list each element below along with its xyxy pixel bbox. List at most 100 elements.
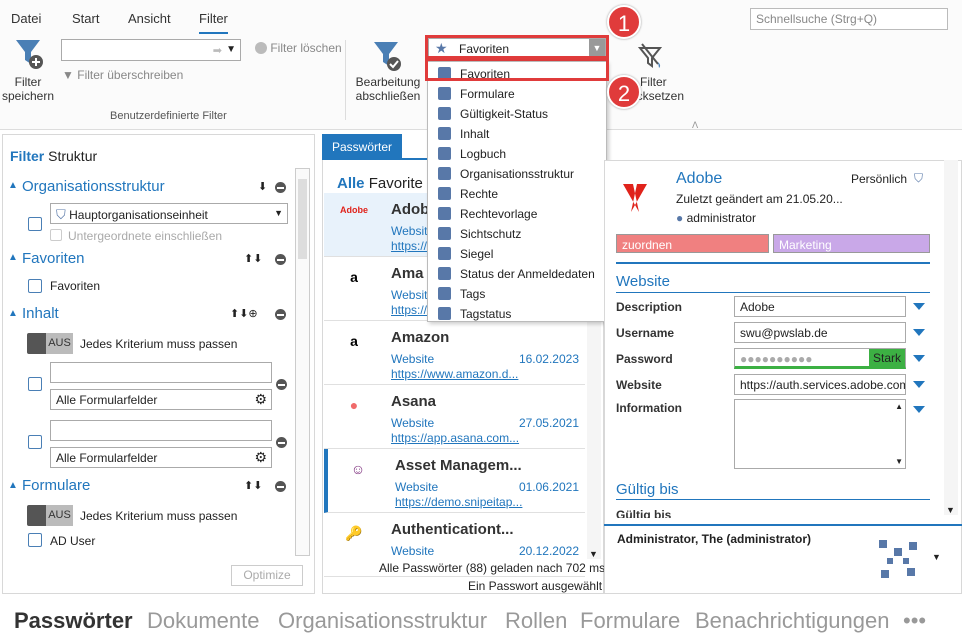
dropdown-item-12[interactable]: Tagstatus <box>436 304 606 324</box>
remove-icon[interactable] <box>275 182 286 193</box>
scroll-up-icon[interactable]: ▲ <box>895 402 903 411</box>
custom-filter-combo[interactable]: ➡ ▼ <box>61 39 241 61</box>
content-checkbox-1[interactable] <box>28 377 42 391</box>
remove-icon[interactable] <box>275 309 286 320</box>
bottomnav-item-0[interactable]: Passwörter <box>14 608 133 634</box>
content-checkbox-2[interactable] <box>28 435 42 449</box>
expand-icon[interactable] <box>913 406 925 413</box>
move-add-icons[interactable]: ⬆⬇⊕ <box>230 307 258 320</box>
list-item[interactable]: a Amazon Website 16.02.2023 https://www.amaz… <box>324 321 585 385</box>
dropdown-item-7[interactable]: Rechtevorlage <box>436 204 606 224</box>
filter-scrollbar[interactable] <box>295 168 310 556</box>
step-badge-2: 2 <box>607 75 641 109</box>
clear-filter-button[interactable]: Filter löschen <box>255 41 342 55</box>
dropdown-item-4[interactable]: Logbuch <box>436 144 606 164</box>
information-field[interactable]: ▲ ▼ <box>734 399 906 469</box>
filter-scrollbar-thumb[interactable] <box>298 179 307 259</box>
ribbon-collapse-icon[interactable]: ᐱ <box>692 120 700 130</box>
dropdown-item-11[interactable]: Tags <box>436 284 606 304</box>
move-up-down-icon[interactable]: ⬆⬇ <box>244 479 262 492</box>
bottomnav-item-4[interactable]: Formulare <box>580 608 680 634</box>
collapse-icon[interactable]: ▲ <box>8 308 18 319</box>
forms-toggle[interactable]: AUS <box>27 505 73 526</box>
tag-marketing[interactable]: Marketing <box>773 234 930 253</box>
content-text-2[interactable] <box>50 420 272 441</box>
list-item[interactable]: ☺ Asset Managem... Website 01.06.2021 https:… <box>324 449 585 513</box>
dropdown-item-2[interactable]: Gültigkeit-Status <box>436 104 606 124</box>
remove-icon[interactable] <box>276 379 287 390</box>
tab-filter[interactable]: Filter <box>10 148 44 164</box>
tag-assign[interactable]: zuordnen <box>616 234 769 253</box>
list-item-url[interactable]: https:// <box>391 303 427 317</box>
reset-filter-line1[interactable]: Filter <box>640 75 667 89</box>
move-down-icon[interactable]: ⬇ <box>258 180 267 193</box>
tab-passwords[interactable]: Passwörter <box>322 134 402 158</box>
expand-icon[interactable] <box>913 381 925 388</box>
overwrite-filter-button[interactable]: ▼ Filter überschreiben <box>62 68 183 82</box>
content-fields-1[interactable]: Alle Formularfelder ⚙ <box>50 389 272 410</box>
bottomnav-item-5[interactable]: Benachrichtigungen <box>695 608 889 634</box>
menu-file[interactable]: Datei <box>11 11 41 26</box>
menu-start[interactable]: Start <box>72 11 99 26</box>
bottomnav-item-1[interactable]: Dokumente <box>147 608 260 634</box>
scroll-down-icon[interactable]: ▼ <box>895 457 903 466</box>
expand-icon[interactable] <box>913 355 925 362</box>
list-item-logo: ● <box>349 397 359 413</box>
collapse-icon[interactable]: ▲ <box>8 252 18 263</box>
menu-filter[interactable]: Filter <box>199 11 228 34</box>
list-header-all[interactable]: Alle <box>337 175 365 192</box>
org-select[interactable]: ⛉ Hauptorganisationseinheit ▼ <box>50 203 288 224</box>
ad-user-checkbox[interactable] <box>28 533 42 547</box>
tab-structure[interactable]: Struktur <box>48 148 97 164</box>
expand-icon[interactable] <box>913 303 925 310</box>
dropdown-item-8[interactable]: Sichtschutz <box>436 224 606 244</box>
finish-edit-button[interactable]: Bearbeitung abschließen <box>352 75 424 103</box>
quick-search-input[interactable]: Schnellsuche (Strg+Q) <box>750 8 948 30</box>
content-fields-2[interactable]: Alle Formularfelder ⚙ <box>50 447 272 468</box>
remove-icon[interactable] <box>275 254 286 265</box>
dropdown-item-9[interactable]: Siegel <box>436 244 606 264</box>
dropdown-item-6[interactable]: Rechte <box>436 184 606 204</box>
collapse-icon[interactable]: ▲ <box>8 180 18 191</box>
fav-checkbox[interactable] <box>28 279 42 293</box>
dropdown-item-1[interactable]: Formulare <box>436 84 606 104</box>
bottomnav-item-2[interactable]: Organisationsstruktur <box>278 608 487 634</box>
remove-icon[interactable] <box>275 481 286 492</box>
dropdown-item-3[interactable]: Inhalt <box>436 124 606 144</box>
remove-icon[interactable] <box>276 437 287 448</box>
reset-filter-icon <box>636 40 666 72</box>
list-item[interactable]: ● Asana Website 27.05.2021 https://app.asana… <box>324 385 585 449</box>
chevron-down-icon[interactable]: ▼ <box>589 549 598 559</box>
detail-scrollbar[interactable]: ▼ <box>944 160 958 515</box>
optimize-button[interactable]: Optimize <box>231 565 303 586</box>
forms-criteria-label: Jedes Kriterium muss passen <box>80 509 238 523</box>
website-field[interactable]: https://auth.services.adobe.com <box>734 374 906 395</box>
dropdown-item-10[interactable]: Status der Anmeldedaten <box>436 264 606 284</box>
expand-icon[interactable] <box>913 329 925 336</box>
gear-icon[interactable]: ⚙ <box>254 391 267 408</box>
bottomnav-item-3[interactable]: Rollen <box>505 608 567 634</box>
subunits-checkbox[interactable] <box>50 229 62 241</box>
chevron-down-icon[interactable]: ▼ <box>946 505 955 515</box>
gear-icon[interactable]: ⚙ <box>254 449 267 466</box>
org-checkbox[interactable] <box>28 217 42 231</box>
list-item-url[interactable]: https://app.asana.com... <box>391 431 519 445</box>
chevron-down-icon[interactable]: ▼ <box>932 552 941 562</box>
move-up-down-icon[interactable]: ⬆⬇ <box>244 252 262 265</box>
desc-field[interactable]: Adobe <box>734 296 906 317</box>
dropdown-item-5[interactable]: Organisationsstruktur <box>436 164 606 184</box>
username-label: Username <box>616 326 675 340</box>
avatar[interactable] <box>875 536 921 582</box>
bottomnav-item-6[interactable]: ••• <box>903 608 926 634</box>
list-item-url[interactable]: https://www.amazon.d... <box>391 367 518 381</box>
content-text-1[interactable] <box>50 362 272 383</box>
save-filter-button[interactable]: Filter speichern <box>0 75 56 103</box>
list-header-fav[interactable]: Favorite <box>369 175 423 192</box>
collapse-icon[interactable]: ▲ <box>8 480 18 491</box>
menu-view[interactable]: Ansicht <box>128 11 171 26</box>
content-toggle[interactable]: AUS <box>27 333 73 354</box>
username-field[interactable]: swu@pwslab.de <box>734 322 906 343</box>
list-item-url[interactable]: https:// <box>391 239 427 253</box>
list-item-url[interactable]: https://demo.snipeitap... <box>395 495 522 509</box>
password-field[interactable]: ●●●●●●●●●● Stark <box>734 348 906 369</box>
